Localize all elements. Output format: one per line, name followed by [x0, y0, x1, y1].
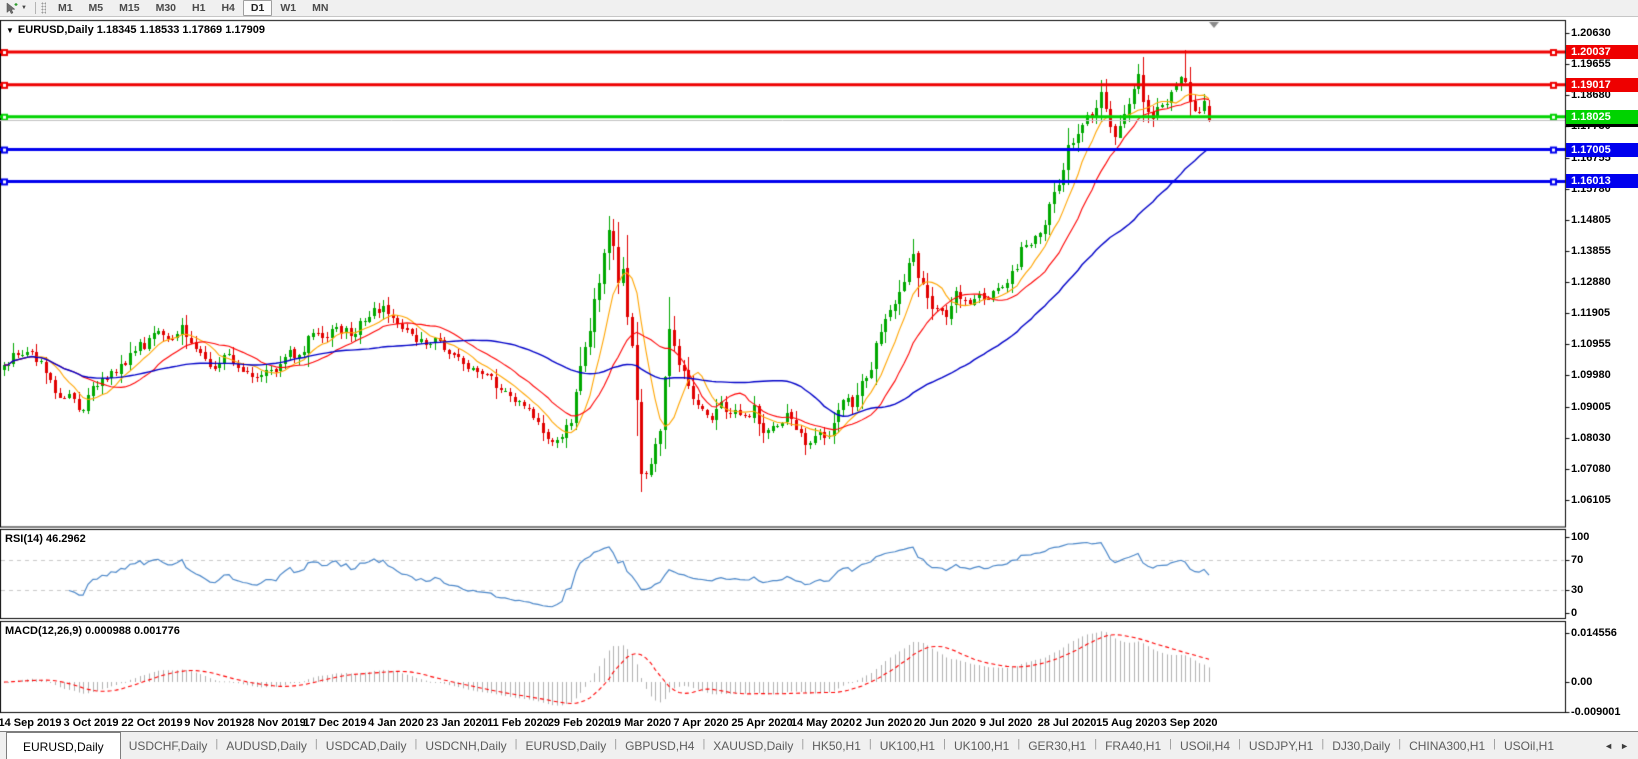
timeframe-button-M1[interactable]: M1 [50, 0, 81, 16]
symbol-tab[interactable]: GBPUSD,H4 [617, 732, 702, 759]
price-axis-tick: 1.19655 [1571, 58, 1611, 71]
hline-price-label: 1.17005 [1566, 142, 1638, 157]
timeframe-button-H1[interactable]: H1 [184, 0, 213, 16]
price-axis-tick: 1.06105 [1571, 494, 1611, 506]
hline-price-label: 1.19017 [1566, 77, 1638, 92]
rsi-axis-tick: 70 [1571, 553, 1584, 566]
chart-region: ▼ EURUSD,Daily 1.18345 1.18533 1.17869 1.… [0, 18, 1638, 759]
symbol-tab[interactable]: USDCAD,Daily [318, 732, 415, 759]
hline-price-label: 1.18025 [1566, 109, 1638, 124]
tab-scroll-left-icon[interactable]: ◄ [1604, 741, 1613, 751]
symbol-tab-bar: EURUSD,Daily USDCHF,Daily | AUDUSD,Daily | US… [0, 731, 1638, 759]
rsi-axis-tick: 0 [1571, 607, 1578, 619]
rsi-indicator-label: RSI(14) 46.2962 [5, 533, 86, 545]
symbol-dropdown-icon[interactable]: ▼ [6, 26, 14, 35]
price-axis-tick: 1.12880 [1571, 276, 1611, 289]
symbol-tab[interactable]: EURUSD,Daily [6, 732, 121, 759]
macd-axis-tick: 0.014556 [1571, 627, 1617, 639]
price-axis-tick: 1.09980 [1571, 369, 1611, 382]
chevron-down-icon: ▼ [21, 5, 27, 11]
price-chart-canvas[interactable] [0, 18, 1638, 759]
timeframe-button-MN[interactable]: MN [304, 0, 336, 16]
cursor-icon [6, 1, 18, 14]
cursor-tool-button[interactable]: ▼ [3, 1, 31, 15]
symbol-tab[interactable]: HK50,H1 [804, 732, 869, 759]
timeframe-button-M30[interactable]: M30 [148, 0, 184, 16]
date-axis-label: 3 Sep 2020 [1160, 717, 1218, 729]
price-axis-tick: 1.09005 [1571, 400, 1611, 413]
hline-price-label: 1.16013 [1566, 174, 1638, 189]
symbol-tab[interactable]: GER30,H1 [1020, 732, 1094, 759]
timeframe-button-W1[interactable]: W1 [272, 0, 304, 16]
price-axis-tick: 1.08030 [1571, 431, 1611, 444]
timeframe-button-D1[interactable]: D1 [242, 0, 273, 16]
symbol-tab[interactable]: UK100,H1 [872, 732, 943, 759]
symbol-tab[interactable]: FRA40,H1 [1097, 732, 1169, 759]
symbol-tab[interactable]: UK100,H1 [946, 732, 1017, 759]
symbol-tab[interactable]: AUDUSD,Daily [218, 732, 315, 759]
symbol-tab[interactable]: USDCNH,Daily [417, 732, 514, 759]
macd-axis-tick: -0.009001 [1571, 706, 1621, 719]
hline-price-label: 1.20037 [1566, 45, 1638, 60]
rsi-axis-tick: 100 [1571, 531, 1590, 543]
timeframe-toolbar: ▼ M1 M5 M15 M30 H1 H4 D1 W1 MN [0, 0, 1638, 17]
price-axis-tick: 1.07080 [1571, 462, 1611, 475]
symbol-tab[interactable]: CHINA300,H1 [1401, 732, 1493, 759]
timeframe-button-M15[interactable]: M15 [111, 0, 147, 16]
symbol-tab[interactable]: USDJPY,H1 [1241, 732, 1321, 759]
chart-title: ▼ EURUSD,Daily 1.18345 1.18533 1.17869 1.… [6, 24, 265, 36]
symbol-tab[interactable]: XAUUSD,Daily [705, 732, 801, 759]
price-axis-tick: 1.20630 [1571, 27, 1611, 39]
macd-axis-tick: 0.00 [1571, 676, 1593, 688]
price-axis-tick: 1.13855 [1571, 244, 1611, 257]
rsi-axis-tick: 30 [1571, 584, 1584, 597]
timeframe-button-M5[interactable]: M5 [81, 0, 112, 16]
symbol-tab[interactable]: USOil,H4 [1172, 732, 1238, 759]
mt4-window: ▼ M1 M5 M15 M30 H1 H4 D1 W1 MN ▼ EURUSD,Daily 1.1… [0, 0, 1638, 759]
symbol-tab[interactable]: USDCHF,Daily [121, 732, 216, 759]
toolbar-separator [34, 2, 36, 14]
timeframe-button-H4[interactable]: H4 [213, 0, 242, 16]
toolbar-grip[interactable] [40, 2, 46, 14]
symbol-tab[interactable]: DJ30,Daily [1324, 732, 1398, 759]
price-axis-tick: 1.10955 [1571, 338, 1611, 351]
price-axis-tick: 1.11905 [1571, 307, 1611, 320]
chart-title-text: EURUSD,Daily 1.18345 1.18533 1.17869 1.1… [17, 24, 265, 36]
price-axis-tick: 1.14805 [1571, 213, 1611, 226]
symbol-tab[interactable]: USOil,H1 [1496, 732, 1562, 759]
macd-indicator-label: MACD(12,26,9) 0.000988 0.001776 [5, 625, 180, 637]
tab-scroll-arrows: ◄ ► [1604, 732, 1638, 759]
symbol-tab[interactable]: EURUSD,Daily [518, 732, 615, 759]
tab-scroll-right-icon[interactable]: ► [1620, 741, 1629, 751]
